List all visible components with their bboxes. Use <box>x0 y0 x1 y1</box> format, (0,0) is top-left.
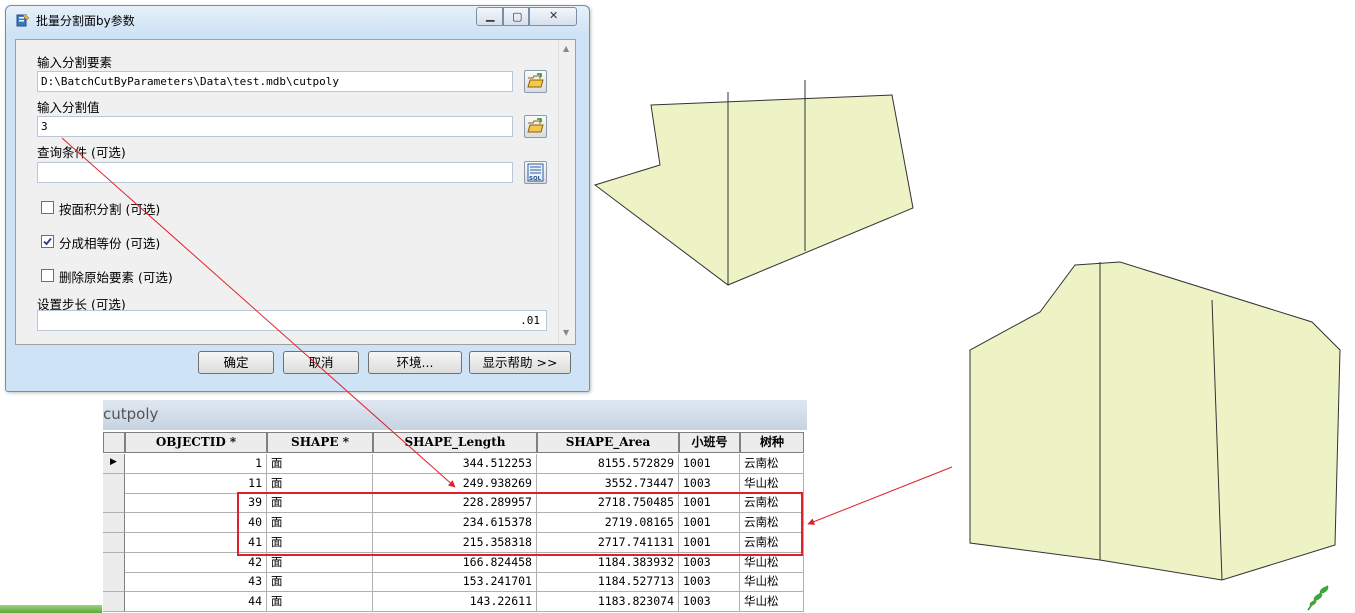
close-button[interactable]: ✕ <box>529 7 577 26</box>
row-selector[interactable] <box>103 474 125 494</box>
table-title: cutpoly <box>103 400 807 430</box>
row-selector[interactable] <box>103 513 125 533</box>
browse-features-button[interactable] <box>524 70 547 93</box>
table-cell[interactable]: 1003 <box>679 553 740 573</box>
table-cell[interactable]: 1003 <box>679 474 740 494</box>
cancel-button[interactable]: 取消 <box>283 351 359 374</box>
by-area-label: 按面积分割 (可选) <box>59 202 161 217</box>
polygon-before-split[interactable] <box>593 94 914 286</box>
table-cell[interactable]: 153.241701 <box>373 572 537 592</box>
leaf-icon <box>1307 585 1329 611</box>
table-cell[interactable]: 华山松 <box>740 572 804 592</box>
table-cell[interactable]: 1003 <box>679 592 740 612</box>
highlight-box <box>237 492 803 556</box>
delete-original-label: 删除原始要素 (可选) <box>59 270 173 285</box>
table-cell[interactable]: 1 <box>125 454 267 474</box>
split-value-label: 输入分割值 <box>37 100 100 115</box>
sql-builder-button[interactable]: SQL <box>524 161 547 184</box>
table-cell[interactable]: 面 <box>267 454 373 474</box>
sql-icon: SQL <box>527 163 544 182</box>
table-cell[interactable]: 面 <box>267 592 373 612</box>
table-cell[interactable]: 43 <box>125 572 267 592</box>
row-selector[interactable] <box>103 553 125 573</box>
scroll-down-icon[interactable]: ▼ <box>563 328 569 337</box>
input-features-label: 输入分割要素 <box>37 55 113 70</box>
table-cell[interactable]: 166.824458 <box>373 553 537 573</box>
table-cell[interactable]: 云南松 <box>740 454 804 474</box>
equal-parts-label: 分成相等份 (可选) <box>59 236 161 251</box>
maximize-button[interactable]: ▢ <box>503 7 529 26</box>
params-scrollbar[interactable]: ▲ ▼ <box>558 40 575 344</box>
table-cell[interactable]: 8155.572829 <box>537 454 679 474</box>
scroll-up-icon[interactable]: ▲ <box>563 44 569 53</box>
table-cell[interactable]: 面 <box>267 474 373 494</box>
column-header[interactable]: SHAPE * <box>267 432 373 453</box>
split-value-field[interactable]: 3 <box>37 116 513 137</box>
delete-original-checkbox[interactable] <box>41 269 54 282</box>
row-selector[interactable] <box>103 572 125 592</box>
table-cell[interactable]: 344.512253 <box>373 454 537 474</box>
table-cell[interactable]: 1003 <box>679 572 740 592</box>
table-cell[interactable]: 249.938269 <box>373 474 537 494</box>
column-header[interactable]: SHAPE_Area <box>537 432 679 453</box>
equal-parts-checkbox[interactable] <box>41 235 54 248</box>
show-help-button[interactable]: 显示帮助 >> <box>469 351 571 374</box>
tool-icon <box>16 13 30 27</box>
current-row-icon: ▶ <box>110 457 117 467</box>
table-cell[interactable]: 面 <box>267 572 373 592</box>
table-cell[interactable]: 1183.823074 <box>537 592 679 612</box>
column-header[interactable]: 小班号 <box>679 432 740 453</box>
column-header[interactable]: SHAPE_Length <box>373 432 537 453</box>
dialog-title: 批量分割面by参数 <box>36 14 135 28</box>
table-cell[interactable]: 44 <box>125 592 267 612</box>
row-selector[interactable] <box>103 592 125 612</box>
input-features-field[interactable]: D:\BatchCutByParameters\Data\test.mdb\cu… <box>37 71 513 92</box>
row-selector[interactable] <box>103 533 125 553</box>
ok-button[interactable]: 确定 <box>198 351 274 374</box>
by-area-checkbox[interactable] <box>41 201 54 214</box>
table-cell[interactable]: 1001 <box>679 454 740 474</box>
polygon-after-split[interactable] <box>969 261 1341 581</box>
table-cell[interactable]: 3552.73447 <box>537 474 679 494</box>
table-cell[interactable]: 华山松 <box>740 592 804 612</box>
table-cell[interactable]: 面 <box>267 553 373 573</box>
table-cell[interactable]: 华山松 <box>740 553 804 573</box>
table-cell[interactable]: 11 <box>125 474 267 494</box>
step-field[interactable]: .01 <box>37 310 547 331</box>
table-cell[interactable]: 143.22611 <box>373 592 537 612</box>
table-cell[interactable]: 42 <box>125 553 267 573</box>
column-header[interactable]: OBJECTID * <box>125 432 267 453</box>
minimize-button[interactable]: ▁ <box>476 7 503 26</box>
split-dialog: 批量分割面by参数 ▁ ▢ ✕ 输入分割要素 D:\BatchCutByPara… <box>5 5 590 392</box>
row-selector[interactable] <box>103 493 125 513</box>
folder-open-icon <box>527 73 544 88</box>
checkmark-icon <box>43 237 52 246</box>
browse-value-button[interactable] <box>524 115 547 138</box>
folder-open-icon <box>527 118 544 133</box>
environments-button[interactable]: 环境... <box>368 351 462 374</box>
row-selector[interactable]: ▶ <box>103 454 125 474</box>
table-cell[interactable]: 1184.527713 <box>537 572 679 592</box>
dialog-titlebar[interactable]: 批量分割面by参数 ▁ ▢ ✕ <box>6 6 589 34</box>
parameters-panel: 输入分割要素 D:\BatchCutByParameters\Data\test… <box>15 39 576 345</box>
query-label: 查询条件 (可选) <box>37 145 126 160</box>
column-header[interactable]: 树种 <box>740 432 804 453</box>
svg-text:SQL: SQL <box>529 176 542 182</box>
query-field[interactable] <box>37 162 513 183</box>
table-cell[interactable]: 1184.383932 <box>537 553 679 573</box>
table-corner[interactable] <box>103 432 125 453</box>
table-cell[interactable]: 华山松 <box>740 474 804 494</box>
status-strip <box>0 605 102 613</box>
